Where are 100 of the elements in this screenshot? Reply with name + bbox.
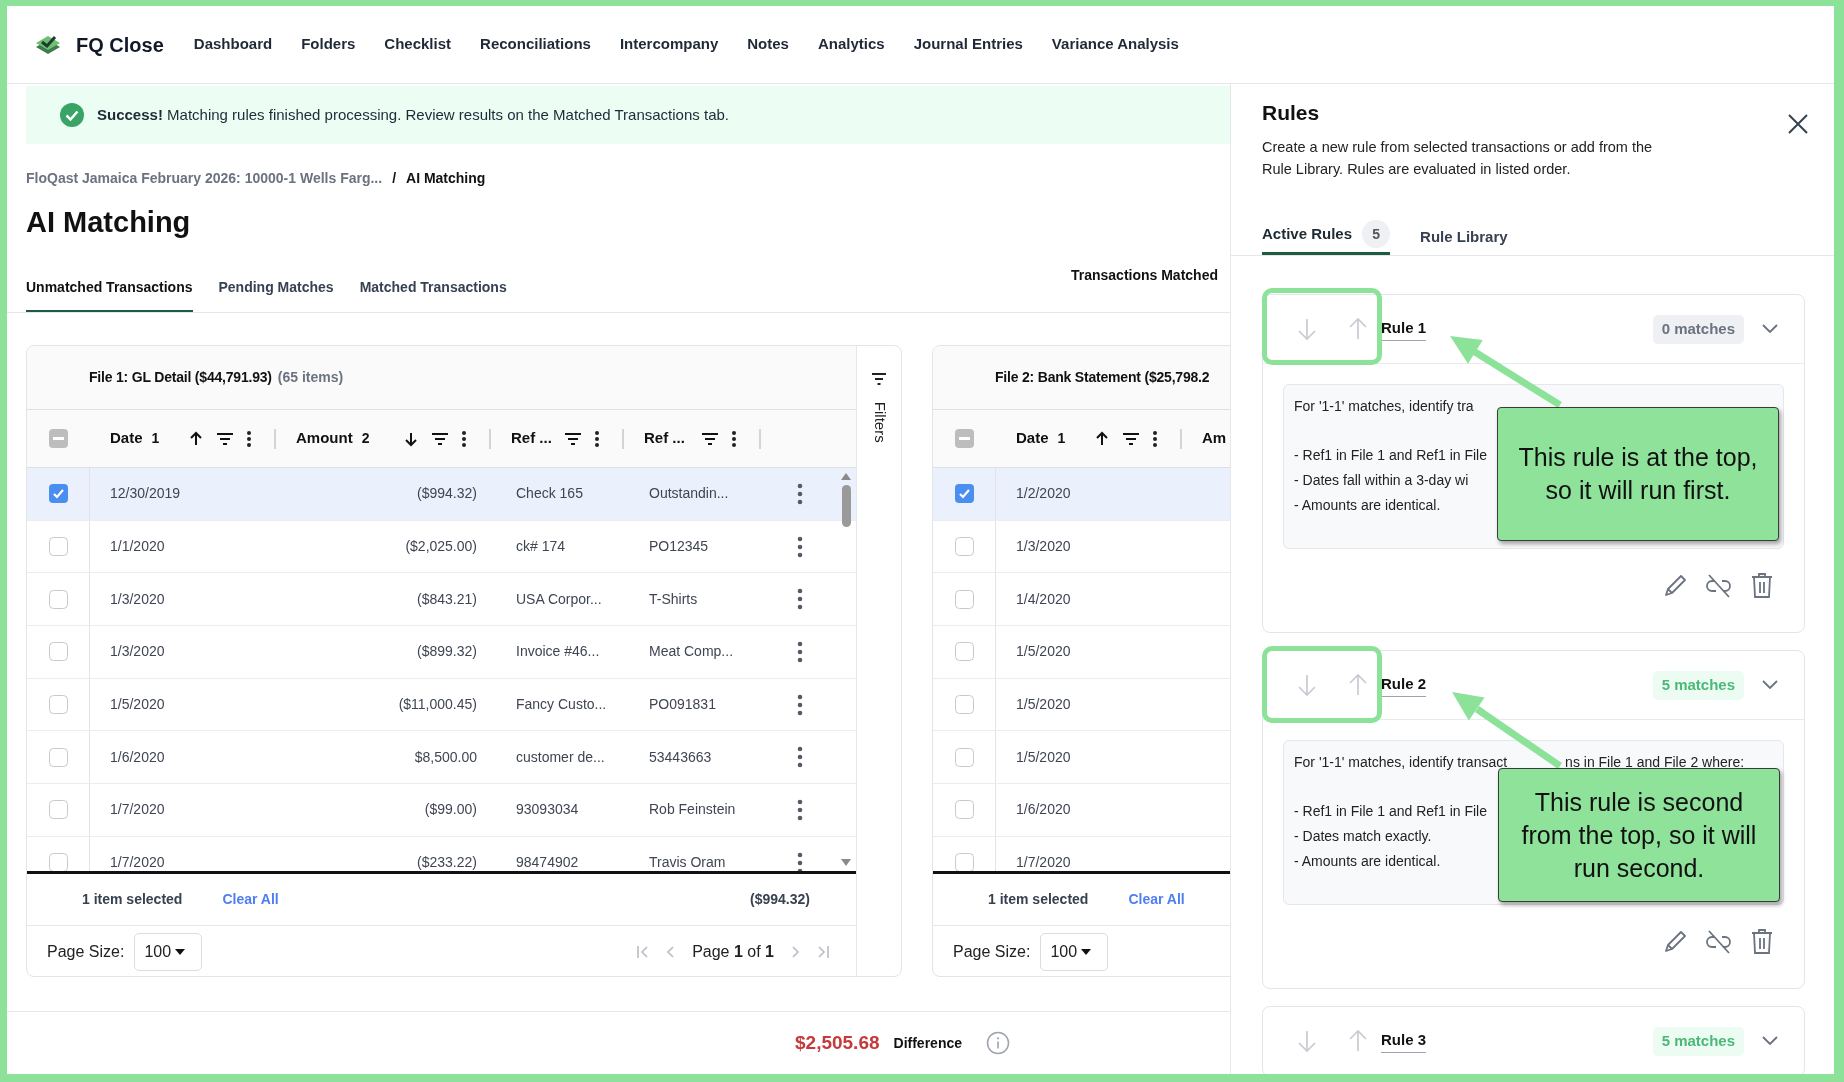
tab[interactable]: Unmatched Transactions (26, 277, 193, 312)
nav-link[interactable]: Dashboard (193, 33, 273, 56)
checkbox[interactable] (954, 695, 974, 715)
filters-button[interactable]: Filters (856, 346, 901, 976)
checkbox[interactable] (48, 642, 68, 662)
nav-link[interactable]: Variance Analysis (1051, 33, 1179, 56)
checkbox[interactable] (48, 800, 68, 820)
checkbox[interactable] (954, 747, 974, 767)
info-icon[interactable] (986, 1031, 1010, 1055)
edit-icon[interactable] (1662, 573, 1688, 599)
table-cell-text: ($2,025.00) (405, 537, 477, 557)
scrollbar-thumb[interactable] (841, 485, 851, 527)
nav-link[interactable]: Notes (747, 33, 789, 56)
rule-name-link[interactable]: Rule 1 (1381, 316, 1426, 342)
table-cell-text: 1/7/2020 (110, 853, 165, 871)
selection-count: 1 item selected (82, 890, 183, 909)
filter-icon[interactable] (701, 430, 719, 447)
page-size-dropdown[interactable]: 100 (134, 933, 203, 971)
filter-icon[interactable] (1122, 430, 1140, 447)
row-menu-icon[interactable] (797, 588, 803, 611)
column-menu-icon[interactable] (246, 429, 252, 448)
row-menu-icon[interactable] (797, 535, 803, 558)
page-size-label: Page Size: (953, 942, 1031, 962)
row-menu-icon[interactable] (797, 640, 803, 663)
trash-icon[interactable] (1750, 929, 1774, 955)
caret-icon[interactable] (1081, 949, 1092, 955)
rule-name-link[interactable]: Rule 2 (1381, 672, 1426, 698)
row-menu-icon[interactable] (797, 851, 803, 871)
unlink-icon[interactable] (1705, 929, 1733, 955)
checkbox[interactable] (954, 589, 974, 609)
column-header[interactable]: Ref ... (511, 427, 552, 450)
file-title: File 1: GL Detail ($44,791.93) (89, 368, 272, 387)
filter-icon[interactable] (564, 430, 582, 447)
row-menu-icon[interactable] (797, 693, 803, 716)
scrollbar[interactable] (839, 472, 853, 867)
caret-icon[interactable] (175, 949, 186, 955)
checkbox[interactable] (48, 589, 68, 609)
checkbox[interactable] (48, 747, 68, 767)
column-menu-icon[interactable] (594, 429, 600, 448)
row-menu-icon[interactable] (797, 746, 803, 769)
checkbox[interactable] (48, 537, 68, 557)
scroll-down-icon[interactable] (840, 858, 852, 867)
filter-icon[interactable] (871, 373, 887, 385)
nav-link[interactable]: Analytics (817, 33, 885, 56)
filter-icon[interactable] (431, 430, 449, 447)
tab[interactable]: Active Rules 5 (1262, 220, 1391, 255)
checkbox[interactable] (955, 429, 974, 448)
checkbox[interactable] (48, 853, 68, 871)
sort-ascending-icon[interactable] (188, 430, 204, 447)
nav-link[interactable]: Intercompany (619, 33, 719, 56)
matches-badge: 5 matches (1652, 1026, 1744, 1056)
rule-name-link[interactable]: Rule 3 (1381, 1028, 1426, 1054)
table-cell-text: 1/5/2020 (110, 695, 165, 715)
checkbox[interactable] (954, 537, 974, 557)
checkbox[interactable] (954, 800, 974, 820)
checkbox[interactable] (48, 695, 68, 715)
tab[interactable]: Pending Matches (218, 277, 334, 312)
table-cell-text: 1/7/2020 (110, 800, 165, 820)
column-header[interactable]: Am (1202, 427, 1227, 450)
nav-link[interactable]: Folders (301, 33, 356, 56)
column-header[interactable]: Ref ... (644, 427, 685, 450)
column-header[interactable]: Date (110, 427, 143, 450)
sort-descending-icon[interactable] (403, 430, 419, 447)
page-size-dropdown[interactable]: 100 (1040, 933, 1109, 971)
row-menu-icon[interactable] (797, 798, 803, 821)
checkbox[interactable] (954, 484, 974, 504)
breadcrumb-link[interactable]: FloQast Jamaica February 2026: 10000-1 Wells Farg... (26, 167, 383, 189)
scroll-up-icon[interactable] (840, 472, 852, 481)
edit-icon[interactable] (1662, 929, 1688, 955)
checkbox[interactable] (954, 853, 974, 871)
checkbox[interactable] (49, 429, 68, 448)
rule-condition: - Amounts are identical. (1294, 496, 1441, 515)
sort-ascending-icon[interactable] (1094, 430, 1110, 447)
sort-priority: 1 (151, 429, 160, 448)
table-cell-text: 1/5/2020 (1016, 642, 1071, 662)
filter-icon[interactable] (216, 430, 234, 447)
chevron-down-icon[interactable] (1762, 1036, 1778, 1046)
chevron-down-icon[interactable] (1762, 324, 1778, 334)
unlink-icon[interactable] (1705, 573, 1733, 599)
clear-all-link[interactable]: Clear All (1128, 889, 1185, 910)
checkbox[interactable] (954, 642, 974, 662)
trash-icon[interactable] (1750, 573, 1774, 599)
row-menu-icon[interactable] (797, 482, 803, 505)
close-button[interactable] (1787, 113, 1809, 135)
nav-link[interactable]: Checklist (384, 33, 452, 56)
column-menu-icon[interactable] (461, 429, 467, 448)
tab[interactable]: Rule Library (1420, 225, 1508, 255)
chevron-down-icon[interactable] (1762, 680, 1778, 690)
column-header[interactable]: Date (1016, 427, 1049, 450)
column-menu-icon[interactable] (731, 429, 737, 448)
column-menu-icon[interactable] (1152, 429, 1158, 448)
column-header[interactable]: Amount (296, 427, 353, 450)
table-cell-text: 93093034 (516, 800, 579, 820)
clear-all-link[interactable]: Clear All (222, 889, 279, 910)
tab[interactable]: Matched Transactions (359, 277, 507, 312)
nav-link[interactable]: Reconciliations (480, 33, 591, 56)
breadcrumb-separator: / (392, 168, 397, 188)
panel-title: Rules (1262, 100, 1320, 126)
nav-link[interactable]: Journal Entries (913, 33, 1023, 56)
checkbox[interactable] (48, 484, 68, 504)
